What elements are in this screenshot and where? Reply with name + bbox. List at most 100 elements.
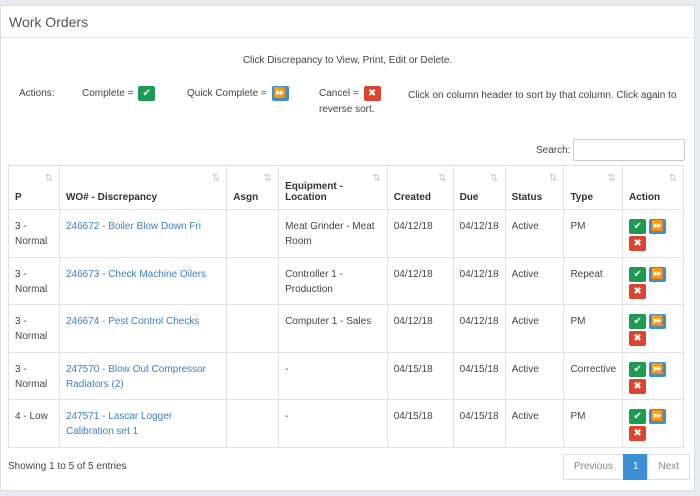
actions-label: Actions: (19, 88, 55, 99)
cancel-button[interactable]: ✖ (629, 236, 647, 251)
status-cell: Active (504, 351, 565, 400)
table-row: 3 - Normal 246674 - Pest Control Checks … (8, 304, 684, 353)
quick-complete-button[interactable]: ⏩ (648, 314, 666, 329)
table-row: 4 - Low 247571 - Lascar Logger Calibrati… (8, 399, 684, 448)
complete-button[interactable]: ✔ (629, 314, 647, 329)
actions-legend: Actions: Complete = ✔ Quick Complete = ⏩… (1, 82, 694, 122)
discrepancy-cell: 246674 - Pest Control Checks (58, 304, 228, 353)
priority-cell: 4 - Low (8, 399, 60, 448)
column-header-action[interactable]: Action ⇅ (622, 165, 684, 210)
action-cell: ✔ ⏩ ✖ (622, 399, 684, 448)
column-header-p[interactable]: P ⇅ (8, 165, 60, 210)
assigned-cell (226, 399, 280, 448)
sort-icon: ⇅ (668, 173, 677, 184)
status-cell: Active (504, 209, 565, 258)
action-cell: ✔ ⏩ ✖ (622, 256, 684, 305)
close-icon: ✖ (363, 86, 381, 101)
legend-cancel: Cancel = ✖ (319, 86, 381, 101)
created-cell: 04/15/18 (386, 351, 454, 400)
priority-cell: 3 - Normal (8, 351, 60, 400)
sort-note: Click on column header to sort by that c… (408, 90, 677, 101)
equipment-cell: - (278, 399, 388, 448)
column-header-wo[interactable]: WO# - Discrepancy ⇅ (58, 165, 228, 210)
legend-quick-complete: Quick Complete = ⏩ (187, 86, 289, 101)
sort-icon: ⇅ (372, 173, 381, 184)
discrepancy-link[interactable]: 246673 - Check Machine Oilers (66, 269, 206, 280)
discrepancy-link[interactable]: 247570 - Blow Out Compressor Radiators (… (66, 364, 206, 390)
action-cell: ✔ ⏩ ✖ (622, 209, 684, 258)
equipment-cell: Meat Grinder - Meat Room (278, 209, 388, 258)
info-text: Click Discrepancy to View, Print, Edit o… (242, 55, 453, 66)
sort-icon: ⇅ (44, 173, 53, 184)
sort-icon: ⇅ (549, 173, 558, 184)
complete-button[interactable]: ✔ (629, 219, 647, 234)
assigned-cell (226, 209, 280, 258)
discrepancy-link[interactable]: 247571 - Lascar Logger Calibration set 1 (66, 411, 172, 437)
equipment-cell: Controller 1 - Production (278, 256, 388, 305)
column-header-status[interactable]: Status ⇅ (504, 165, 565, 210)
complete-button[interactable]: ✔ (629, 361, 647, 377)
search-label: Search: (536, 145, 571, 156)
table-row: 3 - Normal 246672 - Boiler Blow Down Fri… (8, 209, 684, 258)
column-header-asgn[interactable]: Asgn ⇅ (226, 165, 280, 210)
complete-button[interactable]: ✔ (629, 409, 647, 424)
fast-forward-icon: ⏩ (271, 86, 289, 101)
check-icon: ✔ (138, 86, 156, 101)
column-header-created[interactable]: Created ⇅ (386, 165, 454, 210)
discrepancy-cell: 247571 - Lascar Logger Calibration set 1 (58, 399, 228, 448)
action-cell: ✔ ⏩ ✖ (622, 304, 684, 353)
table-row: 3 - Normal 247570 - Blow Out Compressor … (8, 351, 684, 400)
assigned-cell (226, 351, 280, 400)
due-cell: 04/15/18 (452, 399, 506, 448)
cancel-button[interactable]: ✖ (629, 426, 647, 441)
next-button[interactable]: Next (647, 454, 691, 480)
discrepancy-cell: 247570 - Blow Out Compressor Radiators (… (58, 351, 228, 400)
legend-complete: Complete = ✔ (82, 86, 156, 101)
discrepancy-link[interactable]: 246674 - Pest Control Checks (66, 316, 199, 327)
discrepancy-cell: 246672 - Boiler Blow Down Fri (58, 209, 228, 258)
complete-label: Complete = (82, 88, 134, 100)
table-row: 3 - Normal 246673 - Check Machine Oilers… (8, 256, 684, 305)
sort-icon: ⇅ (211, 173, 221, 184)
created-cell: 04/12/18 (386, 304, 454, 353)
quick-complete-button[interactable]: ⏩ (648, 361, 666, 377)
quick-complete-button[interactable]: ⏩ (648, 266, 666, 282)
status-cell: Active (504, 399, 565, 448)
page-1-button[interactable]: 1 (622, 454, 649, 480)
equipment-cell: Computer 1 - Sales (278, 304, 388, 353)
created-cell: 04/12/18 (386, 256, 454, 305)
complete-button[interactable]: ✔ (629, 266, 647, 282)
quick-complete-button[interactable]: ⏩ (648, 219, 666, 234)
assigned-cell (226, 256, 280, 305)
due-cell: 04/12/18 (452, 209, 506, 258)
sort-icon: ⇅ (263, 173, 273, 184)
due-cell: 04/15/18 (452, 351, 506, 400)
type-cell: PM (563, 399, 624, 448)
pagination: Previous 1 Next (563, 454, 691, 480)
created-cell: 04/12/18 (386, 209, 454, 258)
cancel-button[interactable]: ✖ (629, 378, 647, 394)
priority-cell: 3 - Normal (8, 256, 60, 305)
search-input[interactable] (573, 139, 685, 161)
column-header-due[interactable]: Due ⇅ (452, 165, 506, 210)
type-cell: PM (563, 209, 624, 258)
priority-cell: 3 - Normal (8, 209, 60, 258)
due-cell: 04/12/18 (452, 304, 506, 353)
status-cell: Active (504, 256, 565, 305)
priority-cell: 3 - Normal (8, 304, 60, 353)
column-header-type[interactable]: Type ⇅ (563, 165, 624, 210)
cancel-button[interactable]: ✖ (629, 331, 647, 346)
discrepancy-link[interactable]: 246672 - Boiler Blow Down Fri (66, 221, 201, 232)
status-cell: Active (504, 304, 565, 353)
type-cell: Repeat (563, 256, 624, 305)
discrepancy-cell: 246673 - Check Machine Oilers (58, 256, 228, 305)
due-cell: 04/12/18 (452, 256, 506, 305)
equipment-cell: - (278, 351, 388, 400)
created-cell: 04/15/18 (386, 399, 454, 448)
sort-icon: ⇅ (438, 173, 447, 184)
sort-icon: ⇅ (490, 173, 499, 184)
column-header-equipment[interactable]: Equipment - Location ⇅ (278, 165, 388, 210)
cancel-button[interactable]: ✖ (629, 283, 647, 299)
previous-button[interactable]: Previous (563, 454, 624, 480)
quick-complete-button[interactable]: ⏩ (648, 409, 666, 424)
